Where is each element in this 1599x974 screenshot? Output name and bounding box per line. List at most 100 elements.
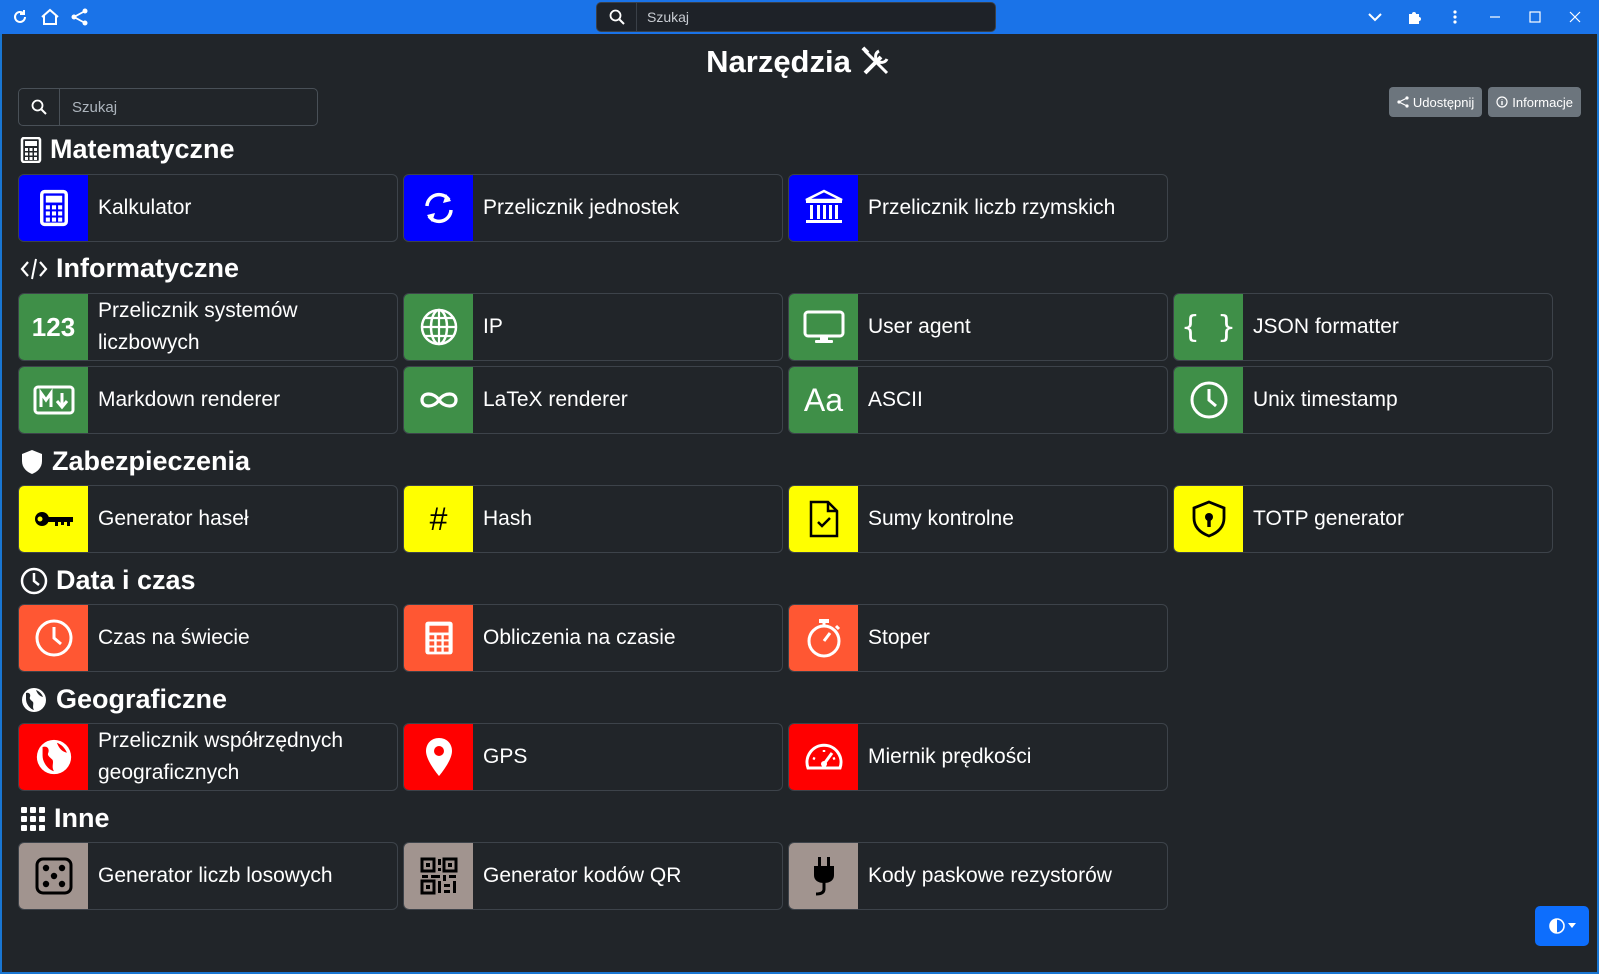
tool-card-password-generator[interactable]: Generator haseł [18, 485, 398, 553]
info-icon [1496, 96, 1508, 108]
section-title-security-label: Zabezpieczenia [52, 446, 251, 476]
tools-search-box [18, 88, 318, 126]
tool-card-resistor-codes[interactable]: Kody paskowe rezystorów [788, 842, 1168, 910]
clock-icon [1174, 367, 1243, 433]
plug-icon [789, 843, 858, 909]
tool-card-ascii[interactable]: Aa ASCII [788, 366, 1168, 434]
clock-icon [20, 567, 48, 594]
globe-icon [404, 294, 473, 360]
tool-card-roman-converter[interactable]: Przelicznik liczb rzymskich [788, 174, 1168, 242]
search-icon [597, 3, 637, 31]
tool-card-unit-converter[interactable]: Przelicznik jednostek [403, 174, 783, 242]
theme-toggle-button[interactable] [1535, 906, 1589, 946]
section-title-datetime-label: Data i czas [56, 565, 196, 595]
tool-card-label: Przelicznik współrzędnych geograficznych [98, 729, 344, 784]
shield-lock-icon [1174, 486, 1243, 552]
tool-card-label: LaTeX renderer [483, 388, 628, 411]
tool-card-markdown[interactable]: Markdown renderer [18, 366, 398, 434]
tool-card-totp[interactable]: TOTP generator [1173, 485, 1553, 553]
tool-card-label: Obliczenia na czasie [483, 626, 676, 649]
page-title: Narzędzia [706, 44, 851, 79]
tool-card-label: GPS [483, 745, 528, 768]
tool-card-label: JSON formatter [1253, 315, 1399, 338]
hash-icon: # [404, 486, 473, 552]
share-button[interactable]: Udostępnij [1388, 87, 1483, 117]
tool-card-speedometer[interactable]: Miernik prędkości [788, 723, 1168, 791]
tool-card-checksums[interactable]: Sumy kontrolne [788, 485, 1168, 553]
monitor-icon [789, 294, 858, 360]
tool-card-calculator[interactable]: Kalkulator [18, 174, 398, 242]
globe-africa-icon [19, 724, 88, 790]
map-pin-icon [404, 724, 473, 790]
tool-card-label: User agent [868, 315, 971, 338]
calculator-icon [20, 136, 42, 163]
tool-card-qr-generator[interactable]: Generator kodów QR [403, 842, 783, 910]
section-title-security: Zabezpieczenia [20, 446, 250, 477]
key-icon [19, 486, 88, 552]
info-button[interactable]: Informacje [1488, 87, 1581, 117]
tool-card-label: Czas na świecie [98, 626, 250, 649]
tool-card-label: Kalkulator [98, 196, 192, 219]
tool-card-number-systems[interactable]: 123 Przelicznik systemów liczbowych [18, 293, 398, 361]
share-icon[interactable] [70, 7, 90, 27]
tool-card-world-time[interactable]: Czas na świecie [18, 604, 398, 672]
share-icon [1397, 96, 1409, 108]
stopwatch-icon [789, 605, 858, 671]
tool-card-label: Generator liczb losowych [98, 864, 333, 887]
tool-card-label: Stoper [868, 626, 930, 649]
tool-card-random-numbers[interactable]: Generator liczb losowych [18, 842, 398, 910]
caret-down-icon [1567, 923, 1576, 928]
section-title-other-label: Inne [54, 803, 110, 833]
section-title-geo: Geograficzne [20, 684, 227, 715]
info-button-label: Informacje [1512, 94, 1573, 110]
tool-card-hash[interactable]: # Hash [403, 485, 783, 553]
reload-icon[interactable] [10, 7, 30, 27]
qr-code-icon [404, 843, 473, 909]
tools-search-input[interactable] [60, 98, 300, 116]
globe-africa-icon [22, 687, 46, 712]
chevron-down-icon[interactable] [1365, 7, 1385, 27]
tool-card-coordinate-converter[interactable]: Przelicznik współrzędnych geograficznych [18, 723, 398, 791]
tool-card-label: Generator haseł [98, 507, 249, 530]
calculator-icon [404, 605, 473, 671]
file-check-icon [789, 486, 858, 552]
minimize-icon[interactable] [1485, 7, 1505, 27]
more-vertical-icon[interactable] [1445, 7, 1465, 27]
tool-card-user-agent[interactable]: User agent [788, 293, 1168, 361]
section-title-it-label: Informatyczne [56, 253, 240, 283]
clock-icon [19, 605, 88, 671]
search-icon [19, 89, 60, 125]
top-search-input[interactable] [637, 9, 977, 25]
section-title-math-label: Matematyczne [50, 134, 235, 164]
tool-card-label: TOTP generator [1253, 507, 1404, 530]
header-actions: Udostępnij Informacje [1388, 87, 1581, 117]
tool-card-label: Unix timestamp [1253, 388, 1398, 411]
tool-card-label: Markdown renderer [98, 388, 281, 411]
contrast-icon [1548, 918, 1565, 934]
dice-icon [19, 843, 88, 909]
shield-icon [22, 449, 42, 474]
tool-card-latex[interactable]: LaTeX renderer [403, 366, 783, 434]
tool-card-json-formatter[interactable]: { } JSON formatter [1173, 293, 1553, 361]
section-title-it: Informatyczne [20, 253, 239, 284]
infinity-icon [404, 367, 473, 433]
close-icon[interactable] [1565, 7, 1585, 27]
maximize-icon[interactable] [1525, 7, 1545, 27]
extensions-icon[interactable] [1405, 7, 1425, 27]
tools-icon [859, 45, 893, 79]
bank-icon [789, 175, 858, 241]
tool-card-label: IP [483, 315, 503, 338]
tool-card-ip[interactable]: IP [403, 293, 783, 361]
tool-card-label: Kody paskowe rezystorów [868, 864, 1112, 887]
tool-card-unix-timestamp[interactable]: Unix timestamp [1173, 366, 1553, 434]
tool-card-gps[interactable]: GPS [403, 723, 783, 791]
numbers-123-icon: 123 [19, 294, 88, 360]
top-search-box [596, 2, 996, 32]
tool-card-time-calculations[interactable]: Obliczenia na czasie [403, 604, 783, 672]
home-icon[interactable] [40, 7, 60, 27]
section-title-datetime: Data i czas [20, 565, 196, 596]
section-title-geo-label: Geograficzne [56, 684, 228, 714]
speedometer-icon [789, 724, 858, 790]
tool-card-stopwatch[interactable]: Stoper [788, 604, 1168, 672]
page-title-row: Narzędzia [2, 44, 1597, 80]
